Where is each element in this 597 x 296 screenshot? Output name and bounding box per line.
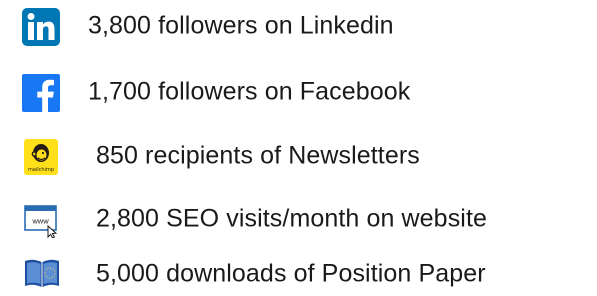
stat-row-linkedin: 3,800 followers on Linkedin	[0, 4, 597, 48]
stat-text: 1,700 followers on Facebook	[88, 77, 411, 106]
mailchimp-logo-text: mailchimp	[28, 167, 54, 173]
stat-text: 2,800 SEO visits/month on website	[96, 204, 487, 233]
stat-text: 3,800 followers on Linkedin	[88, 11, 394, 40]
stat-text: 850 recipients of Newsletters	[96, 141, 420, 170]
facebook-icon	[22, 74, 60, 112]
stat-row-mailchimp: mailchimp 850 recipients of Newsletters	[0, 134, 597, 178]
book-icon	[25, 259, 59, 287]
stat-text: 5,000 downloads of Position Paper	[96, 259, 486, 288]
stats-list: 3,800 followers on Linkedin 1,700 follow…	[0, 0, 597, 293]
stat-row-facebook: 1,700 followers on Facebook	[0, 70, 597, 114]
stat-row-website: www 2,800 SEO visits/month on website	[0, 197, 597, 241]
linkedin-icon	[22, 8, 60, 46]
website-icon: www	[24, 205, 58, 238]
www-text: www	[31, 217, 49, 226]
stat-row-position-paper: 5,000 downloads of Position Paper	[0, 252, 597, 296]
mailchimp-icon: mailchimp	[24, 139, 58, 175]
